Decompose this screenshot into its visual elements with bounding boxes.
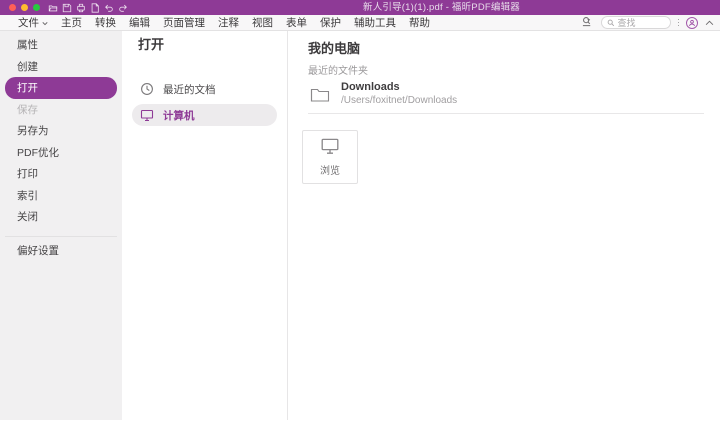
file-sidebar: 属性 创建 打开 保存 另存为 PDF优化 打印 索引 关闭 偏好设置 [0, 31, 122, 420]
traffic-lights [9, 4, 40, 11]
sidebar-item-preferences[interactable]: 偏好设置 [0, 240, 122, 262]
menubar-right-controls [581, 16, 715, 30]
title-bar: 新人引导(1)(1).pdf - 福昕PDF编辑器 [0, 0, 720, 15]
sidebar-item-index[interactable]: 索引 [0, 185, 122, 207]
open-item-label: 最近的文档 [163, 82, 216, 97]
sidebar-item-create[interactable]: 创建 [0, 56, 122, 78]
folder-text: Downloads /Users/foxitnet/Downloads [341, 81, 457, 107]
browse-label: 浏览 [320, 162, 340, 177]
recent-folders-label: 最近的文件夹 [308, 66, 704, 78]
sidebar-item-open[interactable]: 打开 [5, 77, 117, 99]
open-item-label: 计算机 [163, 108, 195, 123]
search-icon [607, 19, 615, 27]
browse-button[interactable]: 浏览 [302, 130, 358, 184]
menu-page-organize[interactable]: 页面管理 [163, 15, 205, 30]
minimize-window-button[interactable] [21, 4, 28, 11]
backstage-view: 属性 创建 打开 保存 另存为 PDF优化 打印 索引 关闭 偏好设置 打开 最… [0, 31, 720, 420]
menu-file-label: 文件 [18, 15, 39, 30]
open-item-recent-documents[interactable]: 最近的文档 [132, 78, 277, 100]
menu-home[interactable]: 主页 [61, 15, 82, 30]
find-replace-icon[interactable] [581, 16, 594, 30]
my-computer-title: 我的电脑 [308, 41, 704, 56]
sidebar-item-pdf-optimize[interactable]: PDF优化 [0, 142, 122, 164]
clock-icon [140, 82, 154, 96]
zoom-window-button[interactable] [33, 4, 40, 11]
chevron-down-icon [42, 17, 48, 29]
print-icon[interactable] [75, 2, 86, 13]
sidebar-item-save-as[interactable]: 另存为 [0, 120, 122, 142]
folder-icon [310, 86, 330, 103]
sidebar-item-save: 保存 [0, 99, 122, 121]
sidebar-divider [5, 236, 117, 237]
kebab-menu-icon[interactable] [678, 19, 680, 27]
menu-protect[interactable]: 保护 [320, 15, 341, 30]
menu-file[interactable]: 文件 [18, 15, 48, 30]
redo-icon[interactable] [117, 2, 128, 13]
menu-items: 文件 主页 转换 编辑 页面管理 注释 视图 表单 保护 辅助工具 帮助 [18, 15, 430, 30]
menu-convert[interactable]: 转换 [95, 15, 116, 30]
open-folder-icon[interactable] [47, 2, 58, 13]
menu-view[interactable]: 视图 [252, 15, 273, 30]
open-panel: 打开 最近的文档 计算机 [122, 31, 288, 420]
computer-icon [320, 137, 340, 155]
collapse-toolbar-icon[interactable] [705, 17, 714, 29]
window-title: 新人引导(1)(1).pdf - 福昕PDF编辑器 [363, 0, 520, 15]
save-icon[interactable] [61, 2, 72, 13]
new-document-icon[interactable] [89, 2, 100, 13]
menu-bar: 文件 主页 转换 编辑 页面管理 注释 视图 表单 保护 辅助工具 帮助 [0, 15, 720, 31]
menu-accessibility[interactable]: 辅助工具 [354, 15, 396, 30]
open-item-computer[interactable]: 计算机 [132, 104, 277, 126]
open-panel-title: 打开 [122, 37, 287, 52]
search-input[interactable] [618, 18, 665, 28]
my-computer-panel: 我的电脑 最近的文件夹 Downloads /Users/foxitnet/Do… [288, 31, 720, 420]
search-field[interactable] [601, 16, 671, 29]
close-window-button[interactable] [9, 4, 16, 11]
folder-name: Downloads [341, 81, 457, 94]
computer-icon [140, 108, 154, 122]
menu-edit[interactable]: 编辑 [129, 15, 150, 30]
menu-form[interactable]: 表单 [286, 15, 307, 30]
undo-icon[interactable] [103, 2, 114, 13]
sidebar-item-close[interactable]: 关闭 [0, 206, 122, 228]
sidebar-item-print[interactable]: 打印 [0, 163, 122, 185]
sidebar-item-properties[interactable]: 属性 [0, 34, 122, 56]
quick-access-toolbar [47, 2, 128, 13]
menu-comment[interactable]: 注释 [218, 15, 239, 30]
folder-path: /Users/foxitnet/Downloads [341, 95, 457, 107]
menu-help[interactable]: 帮助 [409, 15, 430, 30]
account-icon[interactable] [686, 17, 698, 29]
open-panel-items: 最近的文档 计算机 [122, 78, 287, 126]
recent-folder-row-downloads[interactable]: Downloads /Users/foxitnet/Downloads [308, 81, 704, 114]
